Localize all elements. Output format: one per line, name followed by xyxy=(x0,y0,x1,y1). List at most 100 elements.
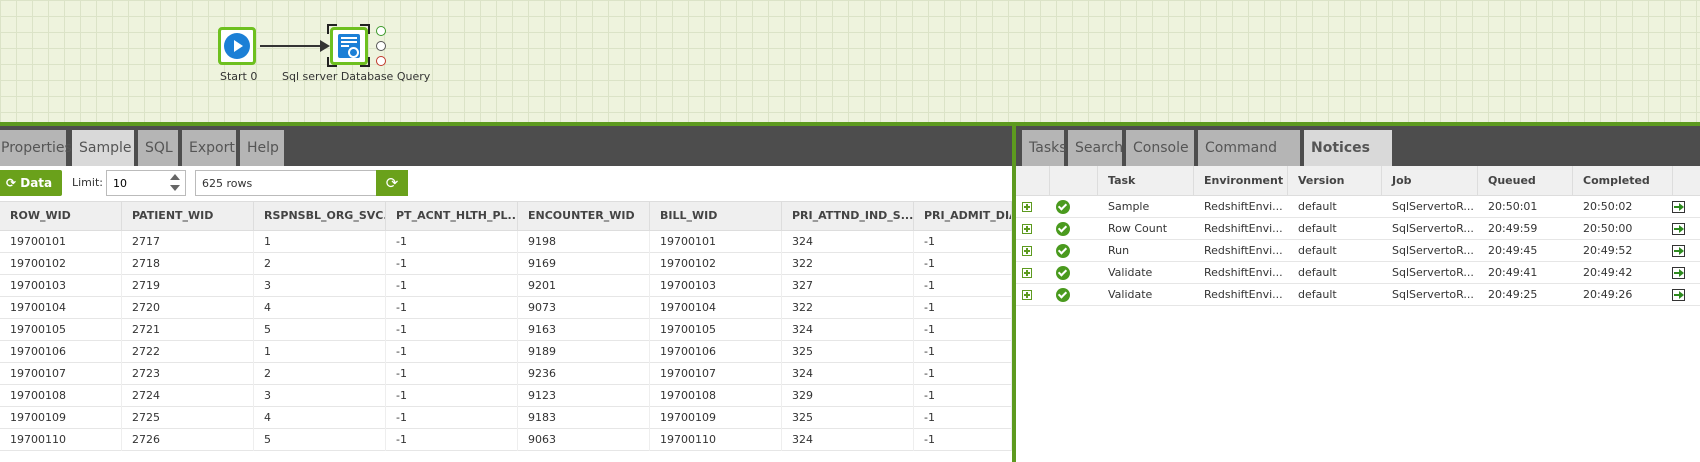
table-cell: 2721 xyxy=(122,319,254,341)
task-completed: 20:50:02 xyxy=(1583,200,1633,213)
success-port[interactable] xyxy=(376,26,386,36)
tab-console[interactable]: Console xyxy=(1126,130,1196,166)
stepper-up-icon[interactable] xyxy=(170,174,180,180)
table-cell: 19700103 xyxy=(650,275,782,297)
task-task: Run xyxy=(1108,244,1130,257)
table-cell: 3 xyxy=(254,275,386,297)
task-job: SqlServertoR... xyxy=(1392,288,1474,301)
table-row[interactable]: 19700107 2723 2 -1 9236 19700107 324 -1 xyxy=(0,363,1012,385)
column-header[interactable]: PATIENT_WID xyxy=(122,202,254,230)
table-cell: 325 xyxy=(782,341,914,363)
tab-export[interactable]: Export xyxy=(182,130,238,166)
tab-notices[interactable]: Notices (2) xyxy=(1304,130,1394,192)
task-completed: 20:49:26 xyxy=(1583,288,1633,301)
table-cell: -1 xyxy=(914,253,1012,275)
table-cell: 19700101 xyxy=(0,231,122,253)
unconditional-port[interactable] xyxy=(376,41,386,51)
table-row[interactable]: 19700108 2724 3 -1 9123 19700108 329 -1 xyxy=(0,385,1012,407)
table-row[interactable]: 19700110 2726 5 -1 9063 19700110 324 -1 xyxy=(0,429,1012,451)
table-row[interactable]: 19700106 2722 1 -1 9189 19700106 325 -1 xyxy=(0,341,1012,363)
table-cell: -1 xyxy=(914,429,1012,451)
column-header[interactable]: BILL_WID xyxy=(650,202,782,230)
table-cell: 2720 xyxy=(122,297,254,319)
task-row[interactable]: Validate RedshiftEnvi... default SqlServert… xyxy=(1016,262,1700,284)
selection-corner xyxy=(327,57,337,67)
column-header[interactable]: Queued xyxy=(1478,166,1573,196)
column-header[interactable]: Job xyxy=(1382,166,1478,196)
column-header[interactable]: ROW_WID xyxy=(0,202,122,230)
tab-search[interactable]: Search xyxy=(1068,130,1124,166)
tab-sql[interactable]: SQL xyxy=(138,130,180,166)
task-task: Validate xyxy=(1108,288,1153,301)
left-tabbar: Properties Sample SQL Export Help xyxy=(0,126,1012,166)
table-cell: 4 xyxy=(254,407,386,429)
table-row[interactable]: 19700105 2721 5 -1 9163 19700105 324 -1 xyxy=(0,319,1012,341)
column-header[interactable]: Completed xyxy=(1573,166,1673,196)
table-cell: 324 xyxy=(782,363,914,385)
task-row[interactable]: Sample RedshiftEnvi... default SqlServertoR… xyxy=(1016,196,1700,218)
tab-sample[interactable]: Sample xyxy=(72,130,136,166)
expand-icon[interactable] xyxy=(1022,268,1032,278)
table-cell: -1 xyxy=(914,407,1012,429)
open-task-icon[interactable] xyxy=(1672,245,1685,257)
table-cell: -1 xyxy=(386,231,518,253)
tab-help[interactable]: Help xyxy=(240,130,286,166)
table-row[interactable]: 19700109 2725 4 -1 9183 19700109 325 -1 xyxy=(0,407,1012,429)
refresh-icon: ⟳ xyxy=(6,176,21,190)
table-cell: 1 xyxy=(254,341,386,363)
task-row[interactable]: Row Count RedshiftEnvi... default SqlServer… xyxy=(1016,218,1700,240)
table-cell: -1 xyxy=(386,253,518,275)
open-task-icon[interactable] xyxy=(1672,267,1685,279)
limit-stepper[interactable] xyxy=(170,174,180,192)
task-row[interactable]: Run RedshiftEnvi... default SqlServertoR...… xyxy=(1016,240,1700,262)
task-environment: RedshiftEnvi... xyxy=(1204,244,1283,257)
open-task-icon[interactable] xyxy=(1672,223,1685,235)
sample-grid-header: ROW_WID PATIENT_WID RSPNSBL_ORG_SVC... PT_A… xyxy=(0,201,1012,231)
table-row[interactable]: 19700104 2720 4 -1 9073 19700104 322 -1 xyxy=(0,297,1012,319)
connector-arrow[interactable] xyxy=(260,40,330,52)
failure-port[interactable] xyxy=(376,56,386,66)
table-cell: 19700104 xyxy=(0,297,122,319)
start-node[interactable] xyxy=(218,27,256,65)
task-queued: 20:50:01 xyxy=(1488,200,1538,213)
task-version: default xyxy=(1298,200,1337,213)
column-header[interactable]: ENCOUNTER_WID xyxy=(518,202,650,230)
open-task-icon[interactable] xyxy=(1672,201,1685,213)
table-cell: 1 xyxy=(254,231,386,253)
column-header[interactable]: Task xyxy=(1098,166,1194,196)
refresh-button[interactable]: ⟳ xyxy=(376,170,408,196)
column-header[interactable]: RSPNSBL_ORG_SVC... xyxy=(254,202,386,230)
job-canvas[interactable]: Start 0 Sql server Database Query xyxy=(0,0,1700,126)
table-cell: 2724 xyxy=(122,385,254,407)
tab-tasks[interactable]: Tasks xyxy=(1022,130,1067,166)
table-row[interactable]: 19700101 2717 1 -1 9198 19700101 324 -1 xyxy=(0,231,1012,253)
column-header[interactable]: Version xyxy=(1288,166,1382,196)
check-circle-icon xyxy=(1056,288,1070,302)
open-task-icon[interactable] xyxy=(1672,289,1685,301)
tab-properties[interactable]: Properties xyxy=(0,130,72,166)
task-queued: 20:49:59 xyxy=(1488,222,1538,235)
table-cell: 322 xyxy=(782,253,914,275)
table-cell: 2726 xyxy=(122,429,254,451)
table-cell: 9163 xyxy=(518,319,650,341)
table-cell: 9063 xyxy=(518,429,650,451)
tab-command-log[interactable]: Command Log xyxy=(1198,130,1302,192)
column-header[interactable]: PRI_ATTND_IND_S... xyxy=(782,202,914,230)
column-header[interactable]: PRI_ADMIT_DIAG_... xyxy=(914,202,1012,230)
column-header[interactable]: Environment xyxy=(1194,166,1288,196)
table-row[interactable]: 19700102 2718 2 -1 9169 19700102 322 -1 xyxy=(0,253,1012,275)
expand-icon[interactable] xyxy=(1022,290,1032,300)
column-header[interactable]: PT_ACNT_HLTH_PL... xyxy=(386,202,518,230)
expand-icon[interactable] xyxy=(1022,246,1032,256)
table-cell: -1 xyxy=(914,297,1012,319)
expand-icon[interactable] xyxy=(1022,224,1032,234)
task-job: SqlServertoR... xyxy=(1392,222,1474,235)
table-cell: 2725 xyxy=(122,407,254,429)
stepper-down-icon[interactable] xyxy=(170,185,180,191)
expand-icon[interactable] xyxy=(1022,202,1032,212)
refresh-icon: ⟳ xyxy=(385,174,399,192)
task-row[interactable]: Validate RedshiftEnvi... default SqlServert… xyxy=(1016,284,1700,306)
table-row[interactable]: 19700103 2719 3 -1 9201 19700103 327 -1 xyxy=(0,275,1012,297)
data-button[interactable]: ⟳ Data xyxy=(0,170,62,196)
selection-corner xyxy=(360,24,370,34)
